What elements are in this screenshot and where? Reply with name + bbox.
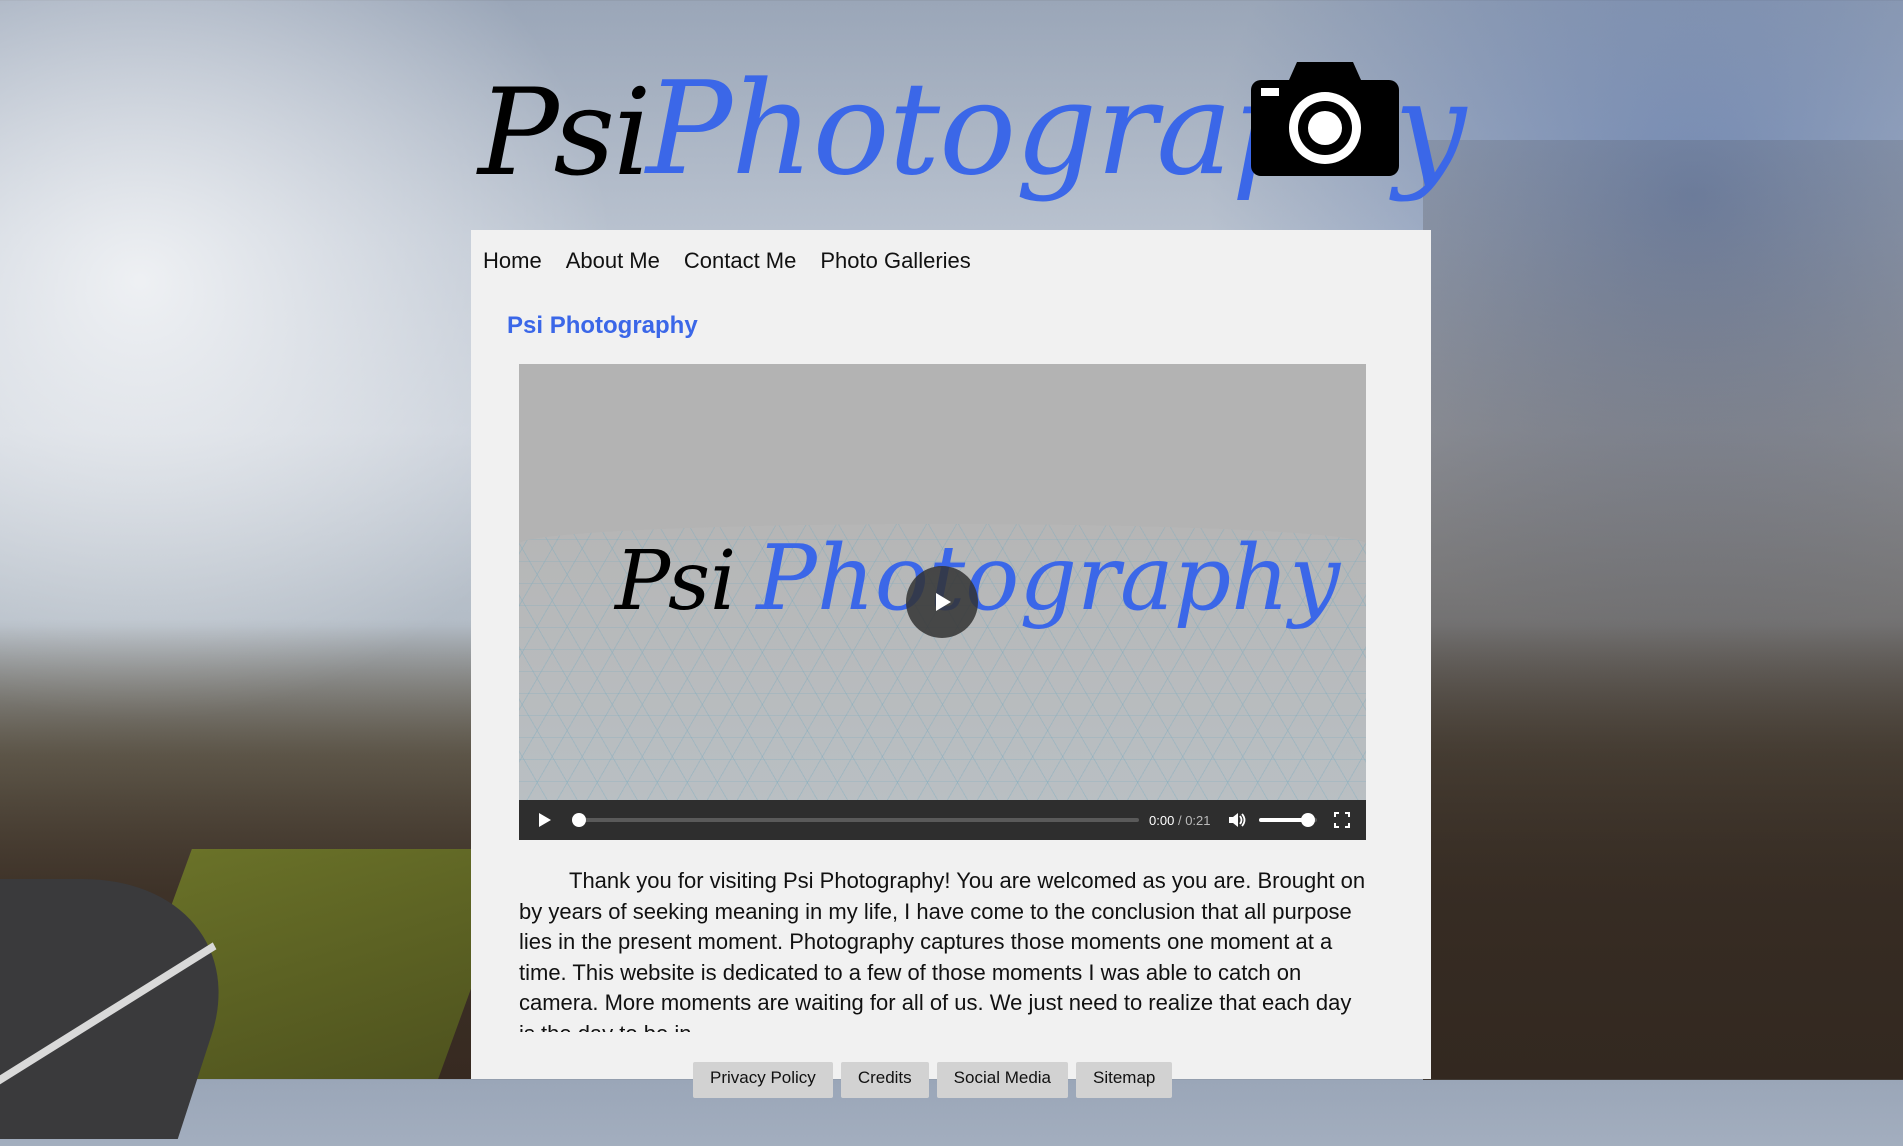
volume-icon[interactable] — [1227, 810, 1247, 830]
nav-contact-me[interactable]: Contact Me — [684, 248, 797, 274]
footer-sitemap[interactable]: Sitemap — [1076, 1062, 1173, 1098]
seek-handle[interactable] — [571, 813, 586, 827]
footer-credits[interactable]: Credits — [840, 1062, 929, 1098]
big-play-button[interactable] — [906, 566, 978, 638]
seek-bar[interactable] — [571, 813, 1139, 827]
video-controls: 0:00 / 0:21 — [519, 800, 1366, 840]
time-separator: / — [1177, 812, 1182, 828]
duration: 0:21 — [1185, 812, 1211, 828]
main-nav: Home About Me Contact Me Photo Galleries — [483, 248, 995, 274]
nav-photo-galleries[interactable]: Photo Galleries — [820, 248, 970, 274]
page-title: Psi Photography — [507, 312, 698, 339]
volume-slider[interactable] — [1258, 813, 1317, 827]
background-orchard-right — [1423, 140, 1903, 1080]
road-line — [0, 942, 217, 1146]
fullscreen-icon[interactable] — [1333, 811, 1351, 829]
footer-social-media[interactable]: Social Media — [936, 1062, 1068, 1098]
play-icon — [936, 593, 951, 611]
video-logo-photography: Photography — [756, 526, 1341, 631]
camera-icon — [1251, 62, 1399, 176]
video-logo-psi: Psi — [615, 534, 737, 629]
site-header: Psi Photography — [470, 48, 1466, 228]
current-time: 0:00 — [1149, 812, 1175, 828]
video-player[interactable]: Psi Photography 0:00 / 0:21 — [519, 364, 1366, 840]
footer-links: Privacy Policy Credits Social Media Site… — [693, 1062, 1173, 1098]
nav-home[interactable]: Home — [483, 248, 542, 274]
time-display: 0:00 / 0:21 — [1149, 813, 1211, 828]
footer-privacy-policy[interactable]: Privacy Policy — [693, 1062, 833, 1098]
content-panel: Home About Me Contact Me Photo Galleries… — [471, 230, 1431, 1098]
video-poster-logo: Psi Photography — [615, 534, 1340, 624]
logo-text-psi: Psi — [478, 64, 651, 203]
volume-handle[interactable] — [1300, 813, 1315, 827]
nav-about-me[interactable]: About Me — [566, 248, 660, 274]
intro-paragraph: Thank you for visiting Psi Photography! … — [519, 868, 1366, 1032]
play-icon[interactable] — [535, 811, 553, 829]
